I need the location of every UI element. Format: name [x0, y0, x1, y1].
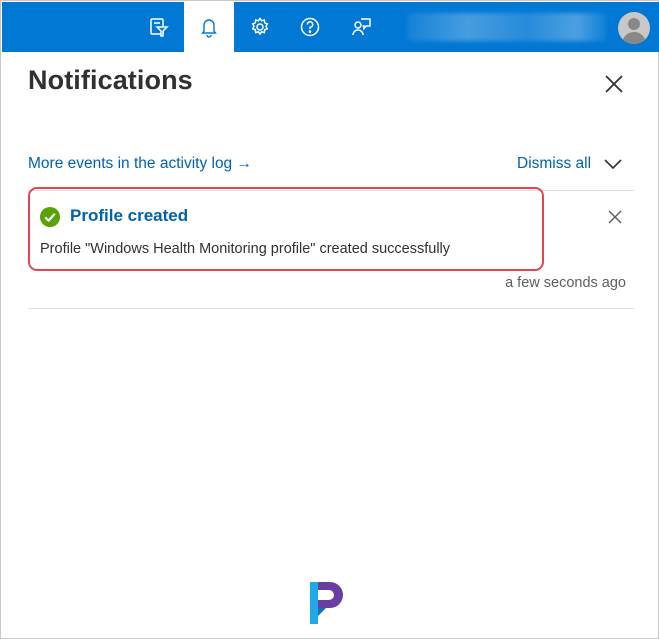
highlight-annotation	[28, 187, 544, 271]
directory-filter-button[interactable]	[133, 2, 183, 52]
dismiss-notification-icon[interactable]	[607, 209, 623, 225]
panel-title: Notifications	[28, 65, 193, 95]
activity-log-link[interactable]: More events in the activity log →	[28, 155, 252, 173]
feedback-button[interactable]	[336, 2, 386, 52]
chevron-down-icon[interactable]	[603, 157, 623, 171]
help-icon	[300, 17, 320, 37]
directory-filter-icon	[150, 18, 169, 37]
notification-title[interactable]: Profile created	[70, 206, 188, 226]
divider	[28, 308, 634, 309]
feedback-icon	[352, 18, 371, 36]
notifications-window: Notifications More events in the activit…	[0, 0, 659, 639]
help-button[interactable]	[285, 2, 335, 52]
notification-timestamp: a few seconds ago	[505, 275, 626, 291]
account-info	[407, 13, 607, 41]
dismiss-all-button[interactable]: Dismiss all	[517, 155, 591, 173]
notification-message: Profile "Windows Health Monitoring profi…	[40, 241, 451, 257]
bell-icon	[201, 19, 217, 38]
success-check-icon	[40, 207, 60, 227]
close-icon[interactable]	[603, 73, 625, 95]
watermark-logo-icon	[310, 582, 343, 624]
gear-icon	[251, 17, 269, 36]
notifications-button[interactable]	[184, 2, 234, 52]
settings-button[interactable]	[235, 2, 285, 52]
user-avatar-icon[interactable]	[618, 12, 650, 44]
top-navigation-bar	[2, 2, 659, 52]
